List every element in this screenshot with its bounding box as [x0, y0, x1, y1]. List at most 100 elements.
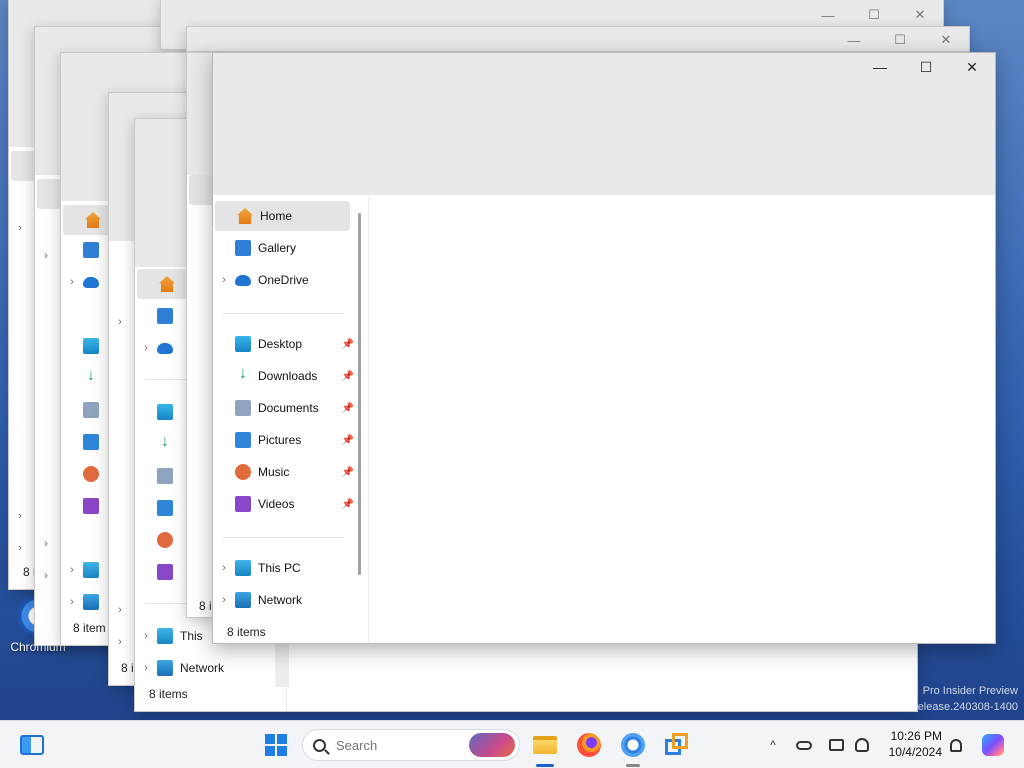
taskbar-search[interactable] [302, 729, 520, 761]
chevron-right-icon[interactable]: › [213, 562, 235, 574]
pin-icon[interactable]: 📌 [342, 339, 354, 350]
widgets-icon [20, 735, 44, 755]
chevron-right-icon[interactable]: › [109, 604, 131, 616]
taskbar-chromium[interactable] [613, 721, 653, 768]
maximize-button[interactable]: ☐ [903, 53, 949, 81]
network-icon [235, 592, 251, 608]
notification-button[interactable] [944, 721, 968, 768]
pin-icon[interactable]: 📌 [342, 467, 354, 478]
running-indicator [536, 764, 554, 767]
explorer-window-active[interactable]: — ☐ ✕ Home Gallery › OneDrive Desktop 📌 [212, 52, 996, 644]
chevron-right-icon[interactable]: › [135, 662, 157, 674]
document-icon [83, 402, 99, 418]
chevron-right-icon[interactable]: › [213, 594, 235, 606]
minimize-button[interactable]: — [857, 53, 903, 81]
document-icon [235, 400, 251, 416]
download-arrow-icon [157, 433, 173, 452]
tray-overflow-button[interactable]: ^ [762, 721, 784, 768]
system-clock[interactable]: 10:26 PM 10/4/2024 [889, 728, 942, 760]
chevron-right-icon[interactable]: › [35, 250, 57, 262]
nav-item-videos[interactable]: Videos 📌 [213, 489, 360, 519]
desktop-folder-icon [235, 336, 251, 352]
nav-item-pictures[interactable]: Pictures 📌 [213, 425, 360, 455]
widgets-button[interactable] [12, 721, 52, 768]
search-highlight-icon [469, 733, 515, 757]
nav-item-label: Documents [258, 401, 319, 415]
taskbar-app[interactable] [657, 721, 697, 768]
status-bar-count: 8 items [149, 687, 188, 701]
search-input[interactable] [336, 737, 456, 753]
chevron-right-icon[interactable]: › [35, 570, 57, 582]
bell-icon [950, 738, 962, 752]
navigation-pane: Home Gallery › OneDrive Desktop 📌 Downlo… [213, 195, 369, 643]
nav-item-thispc[interactable]: › This PC [213, 553, 360, 583]
computer-icon [157, 628, 173, 644]
document-icon [157, 468, 173, 484]
close-button[interactable]: ✕ [923, 27, 969, 51]
clock-time: 10:26 PM [890, 729, 942, 743]
nav-item-network[interactable]: › Network [213, 585, 360, 615]
nav-scrollbar-thumb[interactable] [358, 213, 361, 575]
copilot-button[interactable] [978, 721, 1008, 768]
explorer-window-bg5[interactable]: — ☐ ✕ [186, 26, 970, 52]
chevron-right-icon[interactable]: › [9, 542, 31, 554]
caption-buttons: — ☐ ✕ [857, 53, 995, 81]
tray-display[interactable] [824, 721, 848, 768]
picture-icon [235, 432, 251, 448]
chevron-right-icon[interactable]: › [9, 222, 31, 234]
firefox-icon [577, 733, 601, 757]
nav-item-documents[interactable]: Documents 📌 [213, 393, 360, 423]
tray-network[interactable] [850, 721, 874, 768]
nav-item-desktop[interactable]: Desktop 📌 [213, 329, 360, 359]
home-icon [237, 208, 253, 224]
minimize-button[interactable]: — [805, 1, 851, 29]
close-button[interactable]: ✕ [949, 53, 995, 81]
nav-item-music[interactable]: Music 📌 [213, 457, 360, 487]
content-area[interactable] [370, 195, 995, 643]
desktop-folder-icon [83, 338, 99, 354]
nav-divider [223, 313, 344, 314]
nav-item-home[interactable]: Home [215, 201, 350, 231]
chevron-right-icon[interactable]: › [109, 636, 131, 648]
picture-icon [83, 434, 99, 450]
home-icon [159, 276, 175, 292]
chevron-right-icon[interactable]: › [213, 274, 235, 286]
minimize-button[interactable]: — [831, 27, 877, 51]
chevron-right-icon[interactable]: › [61, 564, 83, 576]
pin-icon[interactable]: 📌 [342, 403, 354, 414]
pin-icon[interactable]: 📌 [342, 371, 354, 382]
tray-onedrive-offline[interactable] [792, 721, 816, 768]
chromium-icon [621, 733, 645, 757]
nav-item-gallery[interactable]: Gallery [213, 233, 360, 263]
chevron-right-icon[interactable]: › [61, 596, 83, 608]
nav-item-label: Home [260, 209, 293, 223]
chevron-right-icon[interactable]: › [61, 276, 83, 288]
watermark-line1: Pro Insider Preview [922, 685, 1018, 697]
nav-item-label: This [180, 629, 203, 643]
chevron-right-icon[interactable]: › [135, 630, 157, 642]
chevron-right-icon[interactable]: › [135, 342, 157, 354]
cloud-off-icon [796, 740, 812, 750]
chevron-right-icon[interactable]: › [35, 538, 57, 550]
taskbar-file-explorer[interactable] [525, 721, 565, 768]
start-button[interactable] [256, 721, 296, 768]
nav-item-onedrive[interactable]: › OneDrive [213, 265, 360, 295]
video-icon [235, 496, 251, 512]
pin-icon[interactable]: 📌 [342, 435, 354, 446]
network-status-icon [855, 738, 869, 752]
download-arrow-icon [235, 365, 251, 384]
maximize-button[interactable]: ☐ [851, 1, 897, 29]
network-icon [157, 660, 173, 676]
nav-item-network[interactable]: › Network [135, 653, 278, 683]
pin-icon[interactable]: 📌 [342, 499, 354, 510]
cloud-icon [83, 276, 99, 288]
close-button[interactable]: ✕ [897, 1, 943, 29]
chevron-right-icon[interactable]: › [9, 510, 31, 522]
maximize-button[interactable]: ☐ [877, 27, 923, 51]
chevron-right-icon[interactable]: › [109, 316, 131, 328]
cloud-icon [157, 342, 173, 354]
taskbar-firefox[interactable] [569, 721, 609, 768]
computer-icon [83, 562, 99, 578]
picture-icon [157, 500, 173, 516]
nav-item-downloads[interactable]: Downloads 📌 [213, 361, 360, 391]
